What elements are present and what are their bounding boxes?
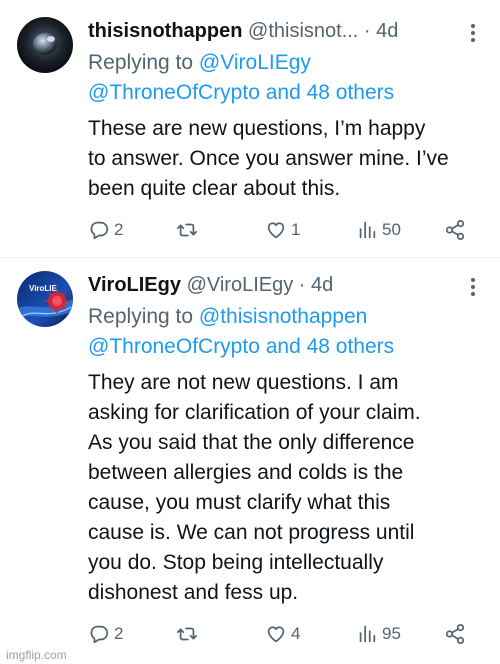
display-name[interactable]: thisisnothappen: [88, 20, 242, 42]
reply-button[interactable]: 2: [88, 215, 123, 245]
tweet-text-line: to answer. Once you answer mine. I’ve: [88, 147, 449, 170]
tweet-actions: 2 4 95: [88, 619, 468, 649]
avatar-logo-text: ViroLIE: [29, 284, 58, 293]
avatar-image: ViroLIE: [17, 271, 73, 327]
replying-to: Replying to @ViroLIEgy @ThroneOfCrypto a…: [88, 48, 476, 108]
display-name[interactable]: ViroLIEgy: [88, 274, 181, 296]
reply-button[interactable]: 2: [88, 619, 123, 649]
views-count: 50: [382, 220, 401, 239]
views-count: 95: [382, 624, 401, 643]
like-count: 4: [291, 624, 301, 643]
timestamp[interactable]: · 4d: [364, 20, 398, 42]
avatar-image: [17, 17, 73, 73]
watermark: imgflip.com: [6, 648, 67, 662]
avatar[interactable]: [17, 17, 73, 73]
tweet-text-line: dishonest and fess up.: [88, 581, 299, 604]
tweet[interactable]: ViroLIE ViroLIEgy @ViroLIEgy · 4d Replyi…: [0, 258, 500, 664]
reply-icon: [90, 221, 109, 240]
tweet-text: They are not new questions. I am asking …: [88, 368, 476, 608]
tweet-text-line: cause, you must clarify what this: [88, 491, 391, 514]
tweet-text-line: cause is. We can not progress until: [88, 521, 415, 544]
retweet-icon: [176, 223, 198, 237]
views-button[interactable]: 95: [356, 619, 401, 649]
like-button[interactable]: 1: [265, 215, 300, 245]
views-button[interactable]: 50: [356, 215, 401, 245]
tweet-header: ViroLIEgy @ViroLIEgy · 4d: [88, 268, 476, 302]
share-icon: [445, 219, 465, 241]
tweet-text-line: These are new questions, I’m happy: [88, 117, 426, 140]
retweet-icon: [176, 627, 198, 641]
user-handle[interactable]: @thisisnot...: [248, 20, 358, 42]
heart-icon: [267, 626, 285, 643]
tweet-actions: 2 1 50: [88, 215, 468, 245]
tweet-text-line: asking for clarification of your claim.: [88, 401, 421, 424]
reply-count: 2: [114, 624, 124, 643]
like-button[interactable]: 4: [265, 619, 300, 649]
retweet-button[interactable]: [176, 619, 202, 649]
timestamp[interactable]: · 4d: [299, 274, 333, 296]
mention-link[interactable]: @ViroLIEgy: [199, 51, 311, 74]
tweet-text-line: They are not new questions. I am: [88, 371, 399, 394]
more-icon[interactable]: [470, 24, 476, 42]
user-handle[interactable]: @ViroLIEgy: [187, 274, 294, 296]
replying-label: Replying to: [88, 305, 194, 328]
views-icon: [359, 625, 376, 643]
tweet-header: thisisnothappen @thisisnot... · 4d: [88, 14, 476, 48]
replying-label: Replying to: [88, 51, 194, 74]
share-button[interactable]: [444, 619, 466, 649]
tweet-text-line: As you said that the only difference: [88, 431, 415, 454]
heart-icon: [267, 222, 285, 239]
more-icon[interactable]: [470, 278, 476, 296]
mention-link[interactable]: @thisisnothappen: [199, 305, 367, 328]
reply-count: 2: [114, 220, 124, 239]
share-icon: [445, 623, 465, 645]
like-count: 1: [291, 220, 301, 239]
replying-to: Replying to @thisisnothappen @ThroneOfCr…: [88, 302, 476, 362]
mention-link[interactable]: @ThroneOfCrypto and 48 others: [88, 335, 394, 358]
tweet[interactable]: thisisnothappen @thisisnot... · 4d Reply…: [0, 0, 500, 258]
share-button[interactable]: [444, 215, 466, 245]
mention-link[interactable]: @ThroneOfCrypto and 48 others: [88, 81, 394, 104]
avatar[interactable]: ViroLIE: [17, 271, 73, 327]
retweet-button[interactable]: [176, 215, 202, 245]
views-icon: [359, 221, 376, 239]
tweet-text-line: between allergies and colds is the: [88, 461, 404, 484]
tweet-text: These are new questions, I’m happy to an…: [88, 114, 476, 204]
reply-icon: [90, 625, 109, 644]
tweet-text-line: been quite clear about this.: [88, 177, 341, 200]
tweet-text-line: you do. Stop being intellectually: [88, 551, 384, 574]
